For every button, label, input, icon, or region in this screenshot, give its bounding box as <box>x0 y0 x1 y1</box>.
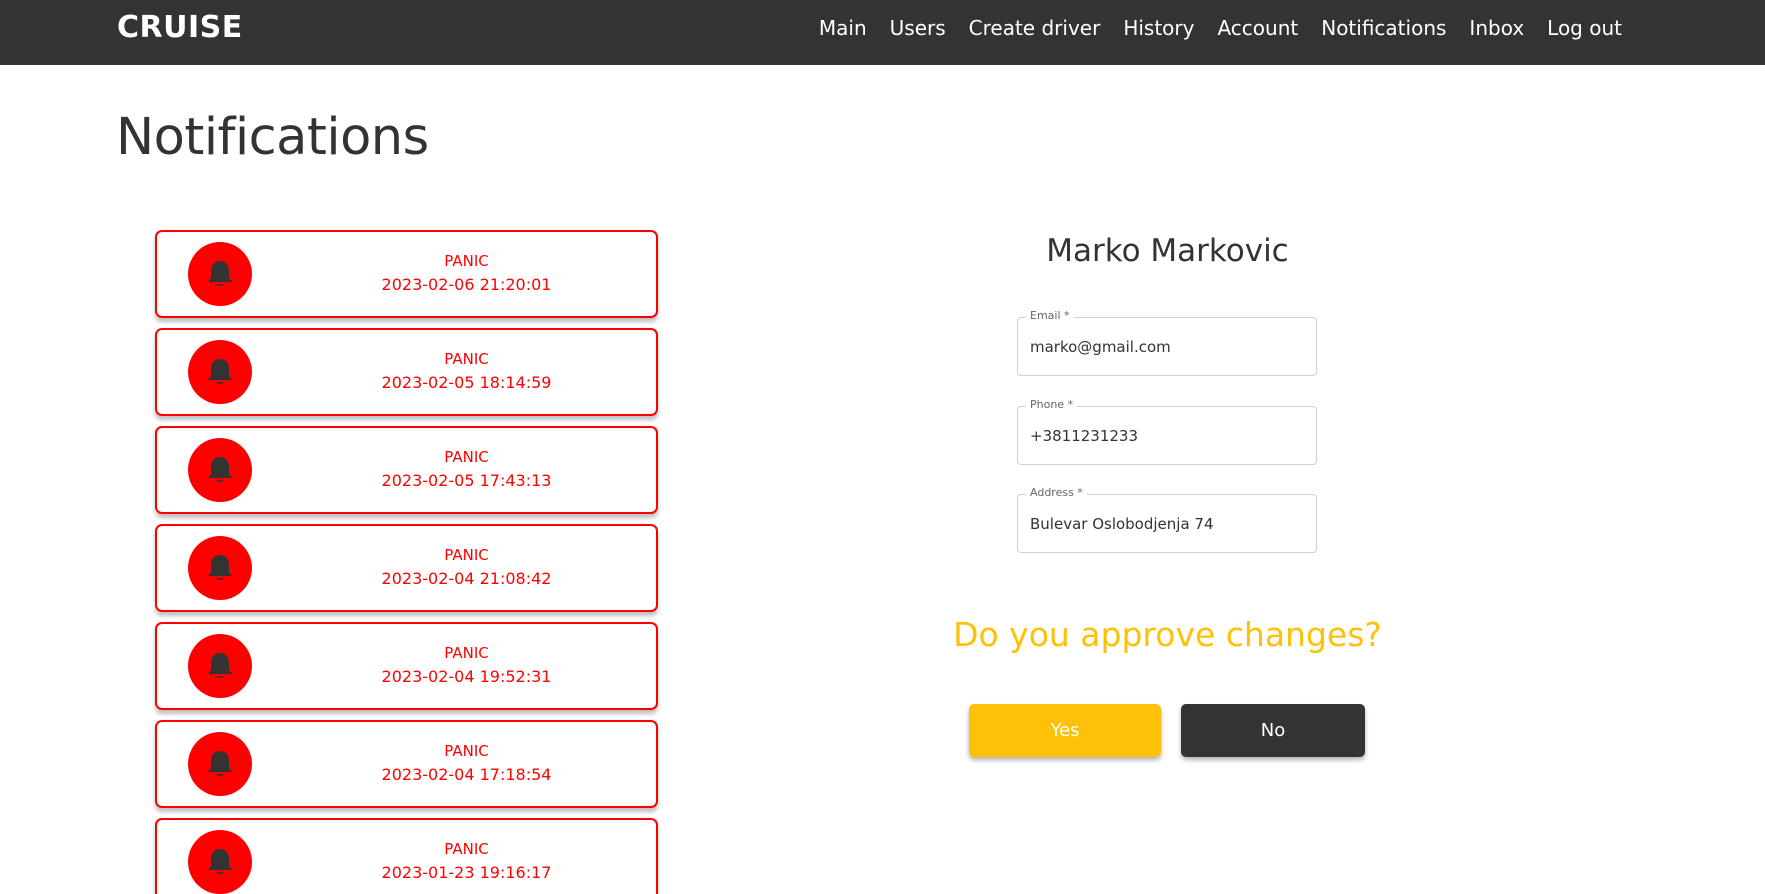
bell-icon <box>188 634 252 698</box>
no-button[interactable]: No <box>1181 704 1365 757</box>
notification-type: PANIC <box>444 840 489 858</box>
bell-icon <box>188 732 252 796</box>
notification-item[interactable]: PANIC 2023-02-04 17:18:54 <box>155 720 658 808</box>
nav-link-users[interactable]: Users <box>890 16 946 40</box>
notification-type: PANIC <box>444 252 489 270</box>
bell-icon <box>188 340 252 404</box>
address-label: Address * <box>1026 486 1087 499</box>
yes-button[interactable]: Yes <box>969 704 1161 757</box>
notification-text: PANIC 2023-01-23 19:16:17 <box>277 838 656 886</box>
notification-item[interactable]: PANIC 2023-02-05 17:43:13 <box>155 426 658 514</box>
notification-item[interactable]: PANIC 2023-02-06 21:20:01 <box>155 230 658 318</box>
email-input[interactable] <box>1030 338 1300 356</box>
nav-link-inbox[interactable]: Inbox <box>1469 16 1524 40</box>
bell-icon <box>188 536 252 600</box>
notification-type: PANIC <box>444 742 489 760</box>
nav-link-log-out[interactable]: Log out <box>1547 16 1622 40</box>
notification-time: 2023-02-04 17:18:54 <box>381 765 552 784</box>
phone-field: Phone * <box>1017 398 1317 465</box>
notification-text: PANIC 2023-02-06 21:20:01 <box>277 250 656 298</box>
notification-text: PANIC 2023-02-04 19:52:31 <box>277 642 656 690</box>
nav-link-history[interactable]: History <box>1123 16 1194 40</box>
nav-link-account[interactable]: Account <box>1217 16 1298 40</box>
top-navbar: CRUISE Main Users Create driver History … <box>0 0 1765 65</box>
notification-type: PANIC <box>444 350 489 368</box>
phone-input[interactable] <box>1030 427 1300 445</box>
email-field: Email * <box>1017 309 1317 376</box>
nav-links: Main Users Create driver History Account… <box>819 16 1622 40</box>
notification-text: PANIC 2023-02-04 17:18:54 <box>277 740 656 788</box>
user-name: Marko Markovic <box>1046 233 1289 269</box>
bell-icon <box>188 438 252 502</box>
notification-item[interactable]: PANIC 2023-02-04 19:52:31 <box>155 622 658 710</box>
notification-text: PANIC 2023-02-04 21:08:42 <box>277 544 656 592</box>
notification-time: 2023-02-04 19:52:31 <box>381 667 552 686</box>
notification-list: PANIC 2023-02-06 21:20:01 PANIC 2023-02-05 … <box>155 230 660 894</box>
notification-time: 2023-01-23 19:16:17 <box>381 863 552 882</box>
notification-time: 2023-02-05 17:43:13 <box>381 471 552 490</box>
address-input[interactable] <box>1030 515 1300 533</box>
bell-icon <box>188 830 252 894</box>
notification-item[interactable]: PANIC 2023-01-23 19:16:17 <box>155 818 658 894</box>
email-label: Email * <box>1026 309 1074 322</box>
notification-time: 2023-02-05 18:14:59 <box>381 373 552 392</box>
notification-item[interactable]: PANIC 2023-02-05 18:14:59 <box>155 328 658 416</box>
notification-type: PANIC <box>444 448 489 466</box>
nav-link-notifications[interactable]: Notifications <box>1321 16 1446 40</box>
nav-link-create-driver[interactable]: Create driver <box>969 16 1101 40</box>
phone-label: Phone * <box>1026 398 1078 411</box>
approve-question: Do you approve changes? <box>953 615 1382 654</box>
notification-item[interactable]: PANIC 2023-02-04 21:08:42 <box>155 524 658 612</box>
page-title: Notifications <box>116 108 429 167</box>
brand-logo[interactable]: CRUISE <box>117 10 243 45</box>
address-field: Address * <box>1017 486 1317 553</box>
notification-time: 2023-02-06 21:20:01 <box>381 275 552 294</box>
notification-text: PANIC 2023-02-05 17:43:13 <box>277 446 656 494</box>
notification-text: PANIC 2023-02-05 18:14:59 <box>277 348 656 396</box>
notification-type: PANIC <box>444 644 489 662</box>
notification-type: PANIC <box>444 546 489 564</box>
bell-icon <box>188 242 252 306</box>
nav-link-main[interactable]: Main <box>819 16 867 40</box>
notification-time: 2023-02-04 21:08:42 <box>381 569 552 588</box>
